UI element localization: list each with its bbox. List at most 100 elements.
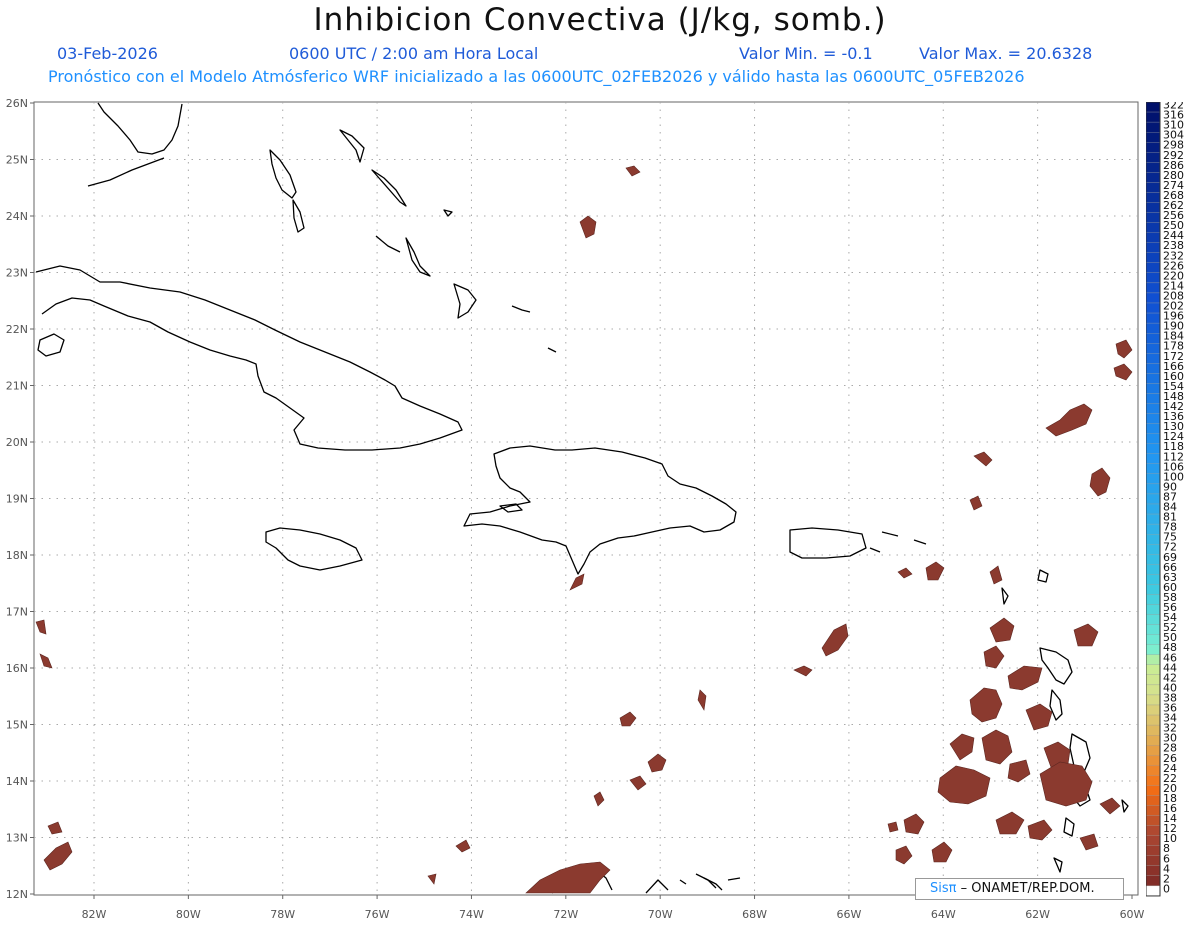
- colorbar-cell: [1146, 131, 1161, 143]
- colorbar-cell: [1146, 674, 1161, 686]
- colorbar-cell: [1146, 564, 1161, 575]
- cin-area: [821, 623, 849, 657]
- lon-label: 82W: [82, 908, 107, 921]
- colorbar-cell: [1146, 513, 1161, 525]
- lat-label: 22N: [6, 323, 28, 336]
- colorbar-cell: [1146, 373, 1161, 384]
- colorbar-label: 0: [1163, 882, 1170, 895]
- colorbar-cell: [1146, 544, 1161, 555]
- colorbar-cell: [1146, 312, 1161, 324]
- colorbar-cell: [1146, 755, 1161, 766]
- colorbar-cell: [1146, 463, 1161, 474]
- cin-area: [39, 653, 53, 669]
- colorbar-cell: [1146, 724, 1161, 736]
- coast-isla-juventud: [37, 333, 65, 357]
- sispi-logo: Sisπ: [930, 881, 957, 896]
- cin-area: [1079, 833, 1099, 851]
- colorbar-cell: [1146, 292, 1161, 304]
- colorbar-cell: [1146, 332, 1161, 344]
- colorbar-cell: [1146, 121, 1161, 133]
- colorbar-cell: [1146, 363, 1161, 374]
- lat-label: 20N: [6, 436, 28, 449]
- lon-label: 74W: [459, 908, 484, 921]
- colorbar-cell: [1146, 805, 1161, 816]
- coast-antigua: [1037, 569, 1049, 583]
- coast-aruba: [679, 879, 687, 885]
- colorbar-cell: [1146, 825, 1161, 836]
- coast-gonave: [499, 503, 523, 513]
- lat-label: 16N: [6, 662, 28, 675]
- cin-area: [989, 617, 1015, 643]
- cin-area: [931, 841, 953, 863]
- cin-area: [1045, 403, 1093, 437]
- colorbar-cell: [1146, 554, 1161, 565]
- latitude-labels: 26N 25N 24N 23N 22N 21N 20N 19N 18N 17N 16N 15N 14N 1…: [6, 97, 28, 901]
- colorbar-cells: [1146, 102, 1161, 897]
- longitude-labels: 82W 80W 78W 76W 74W 72W 70W 68W 66W 64W 62W 60W: [82, 908, 1145, 921]
- lon-label: 72W: [553, 908, 578, 921]
- lat-label: 13N: [6, 832, 28, 845]
- coast-bahamas-abaco: [339, 129, 365, 163]
- colorbar-cell: [1146, 694, 1161, 706]
- cin-area: [887, 821, 899, 833]
- coast-bahamas-andros-s: [292, 199, 305, 233]
- colorbar-cell: [1146, 443, 1161, 454]
- cin-area: [949, 733, 975, 761]
- cin-area: [1007, 759, 1031, 783]
- coast-grenada: [1053, 857, 1063, 873]
- colorbar-cell: [1146, 885, 1161, 897]
- colorbar-cell: [1146, 343, 1161, 354]
- colorbar-cell: [1146, 594, 1161, 605]
- cin-area: [969, 687, 1003, 723]
- colorbar-cell: [1146, 634, 1161, 645]
- colorbar-cell: [1146, 503, 1161, 515]
- coast-small1: [443, 209, 453, 217]
- cin-area: [1113, 363, 1133, 381]
- cin-area: [647, 753, 667, 773]
- lat-label: 21N: [6, 380, 28, 393]
- lon-label: 60W: [1120, 908, 1145, 921]
- lon-label: 70W: [648, 908, 673, 921]
- coast-dominica: [1049, 689, 1063, 721]
- colorbar-cell: [1146, 353, 1161, 364]
- colorbar-cell: [1146, 403, 1161, 414]
- colorbar-cell: [1146, 644, 1161, 655]
- colorbar-cell: [1146, 875, 1161, 887]
- lon-label: 66W: [836, 908, 861, 921]
- lon-label: 68W: [742, 908, 767, 921]
- credit-text: – ONAMET/REP.DOM.: [956, 881, 1095, 896]
- cin-area: [1089, 467, 1111, 497]
- colorbar-cell: [1146, 453, 1161, 464]
- colorbar-cell: [1146, 302, 1161, 314]
- weather-map: 26N 25N 24N 23N 22N 21N 20N 19N 18N 17N 16N 15N 14N 1…: [6, 97, 1145, 921]
- lat-label: 17N: [6, 606, 28, 619]
- cin-area: [1099, 797, 1121, 815]
- colorbar-cell: [1146, 282, 1161, 294]
- colorbar-cell: [1146, 111, 1161, 123]
- colorbar-cell: [1146, 855, 1161, 866]
- lat-label: 19N: [6, 493, 28, 506]
- colorbar-cell: [1146, 845, 1161, 856]
- colorbar-cell: [1146, 483, 1161, 495]
- colorbar-cell: [1146, 252, 1161, 263]
- lon-label: 62W: [1025, 908, 1050, 921]
- colorbar-cell: [1146, 152, 1161, 163]
- cin-area: [525, 861, 611, 894]
- cin-area: [427, 873, 437, 885]
- colorbar-cell: [1146, 393, 1161, 404]
- lat-label: 12N: [6, 888, 28, 901]
- coast-puerto-rico: [789, 527, 867, 559]
- colorbar-cell: [1146, 815, 1161, 826]
- cin-area: [1039, 761, 1093, 807]
- cin-area: [973, 451, 993, 467]
- cin-area: [937, 765, 991, 805]
- cin-area: [1027, 819, 1053, 841]
- coast-guadeloupe: [1039, 647, 1073, 685]
- colorbar-cell: [1146, 222, 1161, 233]
- cin-area: [981, 729, 1013, 765]
- cin-area: [625, 165, 641, 177]
- colorbar-cell: [1146, 413, 1161, 424]
- coast-bahamas-exuma: [375, 235, 401, 253]
- colorbar-cell: [1146, 775, 1161, 786]
- colorbar-cell: [1146, 172, 1161, 183]
